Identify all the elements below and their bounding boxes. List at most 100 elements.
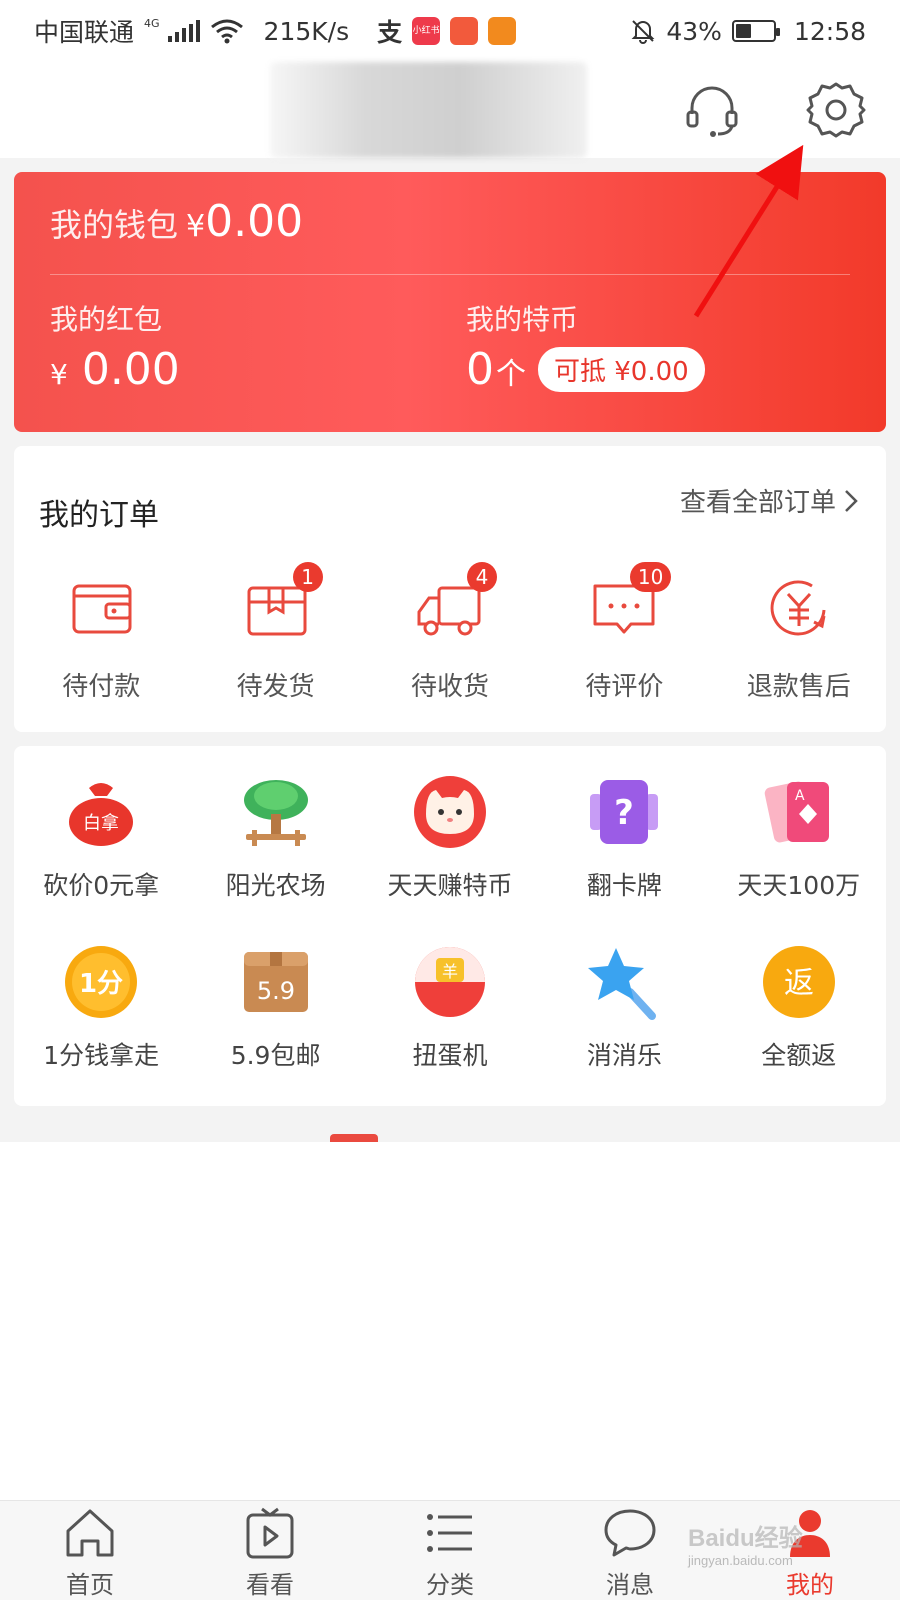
list-icon bbox=[427, 1514, 472, 1552]
watermark-sub: jingyan.baidu.com bbox=[688, 1553, 793, 1568]
service-match3[interactable]: 消消乐 bbox=[537, 944, 711, 1072]
tab-watch[interactable]: 看看 bbox=[180, 1501, 360, 1600]
svg-text:羊: 羊 bbox=[442, 962, 458, 981]
service-label: 砍价0元拿 bbox=[43, 871, 160, 900]
tab-category[interactable]: 分类 bbox=[360, 1501, 540, 1600]
wallet-currency: ¥ bbox=[186, 209, 206, 244]
service-bargain[interactable]: 白拿 砍价0元拿 bbox=[14, 774, 188, 902]
wifi-icon bbox=[210, 19, 243, 44]
tab-label: 分类 bbox=[426, 1571, 474, 1599]
service-label: 翻卡牌 bbox=[586, 871, 662, 900]
watermark: Baidu经验 jingyan.baidu.com bbox=[688, 1518, 803, 1568]
headset-icon[interactable] bbox=[682, 80, 742, 140]
order-label: 待付款 bbox=[62, 672, 141, 702]
service-label: 天天赚特币 bbox=[387, 871, 513, 900]
tree-icon bbox=[243, 780, 308, 846]
parcel-icon: 5.9 bbox=[243, 952, 308, 1012]
view-all-orders-link[interactable]: 查看全部订单 bbox=[680, 482, 858, 519]
network-type: 4G bbox=[144, 16, 160, 30]
order-badge: 4 bbox=[466, 562, 497, 592]
one-cent-icon: 1分 bbox=[65, 946, 138, 1018]
money-bag-icon: 白拿 bbox=[69, 783, 134, 846]
service-label: 全额返 bbox=[761, 1041, 837, 1070]
red-packet-value[interactable]: ¥ 0.00 bbox=[50, 344, 180, 395]
order-label: 待评价 bbox=[585, 672, 664, 702]
service-full-rebate[interactable]: 返 全额返 bbox=[712, 944, 886, 1072]
coin-deduct-pill[interactable]: 可抵 ¥0.00 bbox=[538, 347, 705, 392]
red-packet-amount: 0.00 bbox=[81, 344, 180, 395]
alipay-icon: 支 bbox=[377, 18, 403, 47]
service-label: 天天100万 bbox=[737, 871, 861, 900]
orders-panel: 我的订单 查看全部订单 待付款 1 待发货 4 待收货 10 待评价 退款售后 bbox=[14, 446, 886, 732]
service-million[interactable]: A 天天100万 bbox=[712, 774, 886, 902]
video-icon bbox=[246, 1507, 294, 1559]
service-label: 1分钱拿走 bbox=[43, 1041, 160, 1070]
order-pending-receipt[interactable]: 4 待收货 bbox=[363, 562, 537, 703]
order-label: 退款售后 bbox=[746, 672, 851, 702]
rebate-icon: 返 bbox=[762, 946, 835, 1018]
gacha-icon: 羊 bbox=[414, 947, 485, 1017]
service-label: 扭蛋机 bbox=[412, 1041, 488, 1070]
coin-label: 我的特币 bbox=[466, 303, 579, 336]
order-pending-shipment[interactable]: 1 待发货 bbox=[188, 562, 362, 703]
chat-bubble-icon bbox=[604, 1509, 656, 1557]
order-pending-review[interactable]: 10 待评价 bbox=[537, 562, 711, 703]
wallet-card[interactable]: 我的钱包 ¥ 0.00 我的红包 ¥ 0.00 我的特币 0 个 可抵 ¥0.0… bbox=[14, 172, 886, 432]
wallet-icon bbox=[72, 584, 132, 634]
xiaohongshu-icon: 小红书 bbox=[412, 17, 441, 45]
wallet-divider bbox=[50, 274, 850, 275]
order-badge: 1 bbox=[292, 562, 323, 592]
wallet-amount: 0.00 bbox=[205, 196, 304, 247]
clock: 12:58 bbox=[793, 16, 866, 46]
battery-percent: 43% bbox=[666, 16, 722, 46]
tab-label: 消息 bbox=[606, 1571, 654, 1599]
order-pending-payment[interactable]: 待付款 bbox=[14, 574, 188, 703]
service-free-shipping[interactable]: 5.9 5.9包邮 bbox=[188, 944, 362, 1072]
cat-icon bbox=[413, 776, 486, 848]
network-speed: 215K/s bbox=[263, 16, 350, 46]
svg-text:白拿: 白拿 bbox=[83, 812, 119, 834]
coin-value[interactable]: 0 个 可抵 ¥0.00 bbox=[466, 344, 705, 395]
order-label: 待发货 bbox=[236, 672, 315, 702]
svg-text:5.9: 5.9 bbox=[256, 977, 294, 1005]
tab-label: 我的 bbox=[786, 1571, 834, 1599]
red-packet-label: 我的红包 bbox=[50, 303, 163, 336]
content-area bbox=[0, 1142, 900, 1500]
red-packet-currency: ¥ bbox=[50, 358, 68, 391]
service-farm[interactable]: 阳光农场 bbox=[188, 774, 362, 902]
home-icon bbox=[66, 1509, 114, 1557]
carrier-name: 中国联通 bbox=[34, 18, 135, 47]
signal-icon bbox=[167, 20, 200, 42]
order-badge: 10 bbox=[629, 562, 672, 592]
svg-text:返: 返 bbox=[784, 966, 814, 1001]
profile-header bbox=[0, 62, 900, 158]
star-wand-icon bbox=[588, 948, 657, 1020]
service-gacha[interactable]: 羊 扭蛋机 bbox=[363, 944, 537, 1072]
wallet-title: 我的钱包 ¥ 0.00 bbox=[50, 196, 303, 247]
tab-home[interactable]: 首页 bbox=[0, 1501, 180, 1600]
wallet-label: 我的钱包 bbox=[50, 206, 179, 244]
service-flip-cards[interactable]: ? 翻卡牌 bbox=[537, 774, 711, 902]
refund-icon bbox=[770, 580, 826, 636]
order-label: 待收货 bbox=[410, 672, 489, 702]
coin-count: 0 bbox=[466, 344, 494, 395]
gear-icon[interactable] bbox=[806, 80, 866, 140]
svg-text:?: ? bbox=[614, 793, 634, 833]
status-bar: 中国联通 4G 215K/s 支 小红书 43% 12:58 bbox=[0, 0, 900, 62]
orders-title: 我的订单 bbox=[39, 498, 159, 533]
svg-text:A: A bbox=[795, 788, 805, 804]
question-card-icon: ? bbox=[590, 780, 659, 844]
view-all-orders-label: 查看全部订单 bbox=[679, 488, 836, 518]
mute-bell-icon bbox=[631, 20, 655, 44]
coin-unit: 个 bbox=[496, 357, 526, 392]
svg-text:1分: 1分 bbox=[79, 969, 123, 999]
service-label: 消消乐 bbox=[586, 1041, 662, 1070]
service-one-cent[interactable]: 1分 1分钱拿走 bbox=[14, 944, 188, 1072]
service-earn-coins[interactable]: 天天赚特币 bbox=[363, 774, 537, 902]
battery-icon bbox=[731, 20, 780, 42]
playing-cards-icon: A bbox=[764, 781, 829, 843]
watermark-main: Baidu经验 bbox=[688, 1525, 803, 1552]
chevron-right-icon bbox=[845, 489, 858, 512]
service-label: 阳光农场 bbox=[225, 871, 326, 900]
order-refund[interactable]: 退款售后 bbox=[712, 574, 886, 703]
